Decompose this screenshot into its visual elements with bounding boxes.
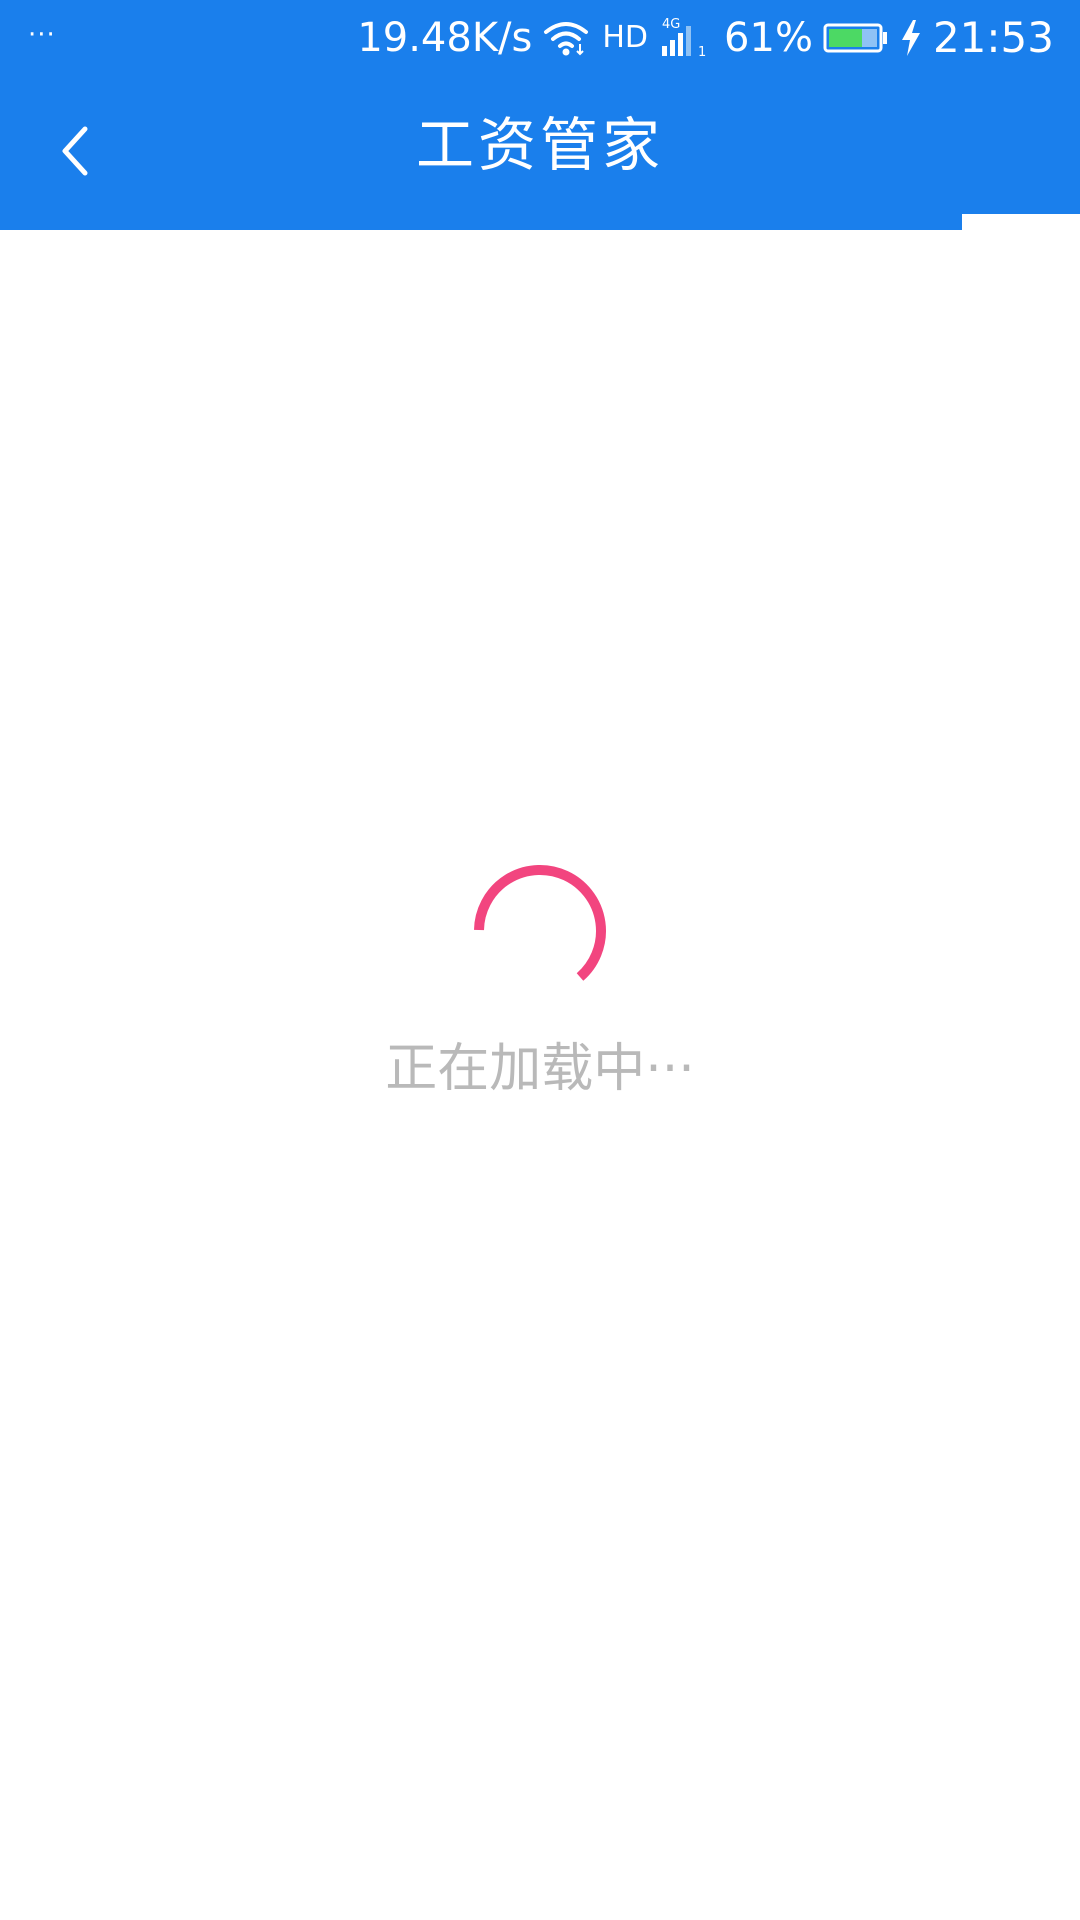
status-time: 21:53: [932, 13, 1054, 62]
wifi-icon: [542, 18, 590, 58]
sim-slot-label: 1: [698, 45, 706, 60]
loading-spinner-icon: [470, 860, 610, 1000]
battery-percent: 61%: [724, 15, 813, 61]
network-speed: 19.48K/s: [357, 15, 533, 61]
page-title: 工资管家: [415, 111, 664, 179]
app-screen: ··· 19.48K/s HD 4G 1 61% 21:53 工资管家 正在加载…: [0, 0, 1080, 1920]
loading-text: 正在加载中···: [385, 1039, 695, 1099]
cellular-signal-icon: 4G 1: [658, 16, 714, 60]
status-bar: ··· 19.48K/s HD 4G 1 61% 21:53: [0, 0, 1080, 76]
network-type-label: 4G: [662, 17, 680, 32]
status-icons: 19.48K/s HD 4G 1 61% 21:53: [357, 12, 1054, 64]
notification-dots: ···: [28, 20, 56, 50]
battery-icon: [823, 22, 889, 54]
charging-bolt-icon: [899, 18, 923, 58]
app-bar-notch: [962, 214, 1080, 230]
app-bar: 工资管家: [0, 76, 1080, 230]
hd-label: HD: [602, 20, 649, 55]
